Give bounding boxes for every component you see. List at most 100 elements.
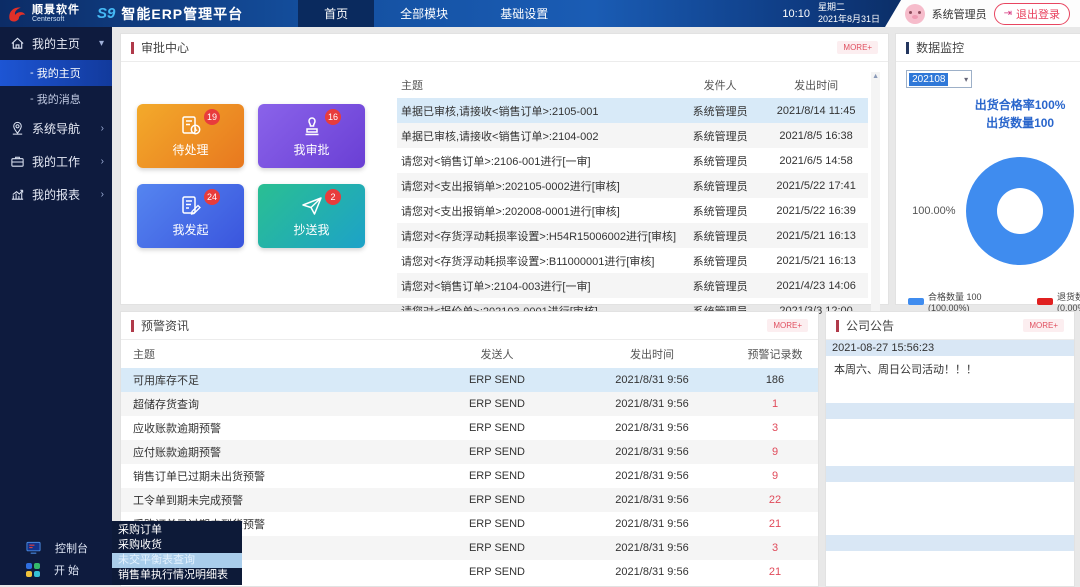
badge-count: 19 <box>204 109 220 125</box>
menu-item[interactable]: 采购收货 <box>112 538 242 553</box>
period-select[interactable]: 202108 ▾ <box>906 70 972 88</box>
brand-en: Centersoft <box>32 16 80 23</box>
console-icon <box>26 541 41 555</box>
table-row[interactable]: 应收账款逾期预警 ERP SEND 2021/8/31 9:56 3 <box>121 416 818 440</box>
user-avatar[interactable] <box>905 4 925 24</box>
announcement-date <box>826 403 1074 419</box>
table-row[interactable]: 超储存货查询 ERP SEND 2021/8/31 9:56 1 <box>121 392 818 416</box>
table-row[interactable]: 请您对<存货浮动耗损率设置>:H54R15006002进行[审核] 系统管理员 … <box>397 223 868 248</box>
table-row[interactable]: 销售订单已过期未出货预警 ERP SEND 2021/8/31 9:56 9 <box>121 464 818 488</box>
table-row[interactable]: 单据已审核,请接收<销售订单>:2105-001 系统管理员 2021/8/14… <box>397 98 868 123</box>
table-row[interactable]: 单据已审核,请接收<销售订单>:2104-002 系统管理员 2021/8/5 … <box>397 123 868 148</box>
announcement-date <box>826 535 1074 551</box>
sidebar-item-my-reports[interactable]: 我的报表 › <box>0 178 112 211</box>
chevron-down-icon: ▾ <box>99 38 104 49</box>
topbar: 顺景软件 Centersoft S9 智能ERP管理平台 首页 全部模块 基础设… <box>0 0 1080 27</box>
table-row[interactable]: 请您对<支出报销单>:202105-0002进行[审核] 系统管理员 2021/… <box>397 173 868 198</box>
start-button[interactable]: 开 始 <box>0 559 112 581</box>
table-row[interactable]: 请您对<销售订单>:2104-003进行[一审] 系统管理员 2021/4/23… <box>397 273 868 298</box>
approval-table: 主题 发件人 发出时间 单据已审核,请接收<销售订单>:2105-001 系统管… <box>397 72 880 323</box>
list-item[interactable] <box>826 466 1074 528</box>
legend-item-returns: 退货数量 0 (0.00%) <box>1037 290 1080 313</box>
alerts-table-header: 主题 发送人 发出时间 预警记录数 <box>121 340 818 368</box>
tile-cc-to-me[interactable]: 2 抄送我 <box>258 184 365 248</box>
legend-item-qualified: 合格数量 100 (100.00%) <box>908 290 1025 313</box>
product-title: 智能ERP管理平台 <box>121 4 243 24</box>
home-icon <box>10 36 25 51</box>
sidebar-item-my-work[interactable]: 我的工作 › <box>0 145 112 178</box>
legend-swatch <box>1037 298 1053 305</box>
approval-table-header: 主题 发件人 发出时间 <box>397 72 868 98</box>
menu-item[interactable]: 销售单执行情况明细表 <box>112 568 242 583</box>
announcement-list: 2021-08-27 15:56:23 本周六、周日公司活动！！！ <box>826 340 1074 586</box>
sidebar-item-system-nav[interactable]: 系统导航 › <box>0 112 112 145</box>
approval-more-button[interactable]: MORE+ <box>837 41 878 54</box>
approval-center-panel: 审批中心 MORE+ 19 待处理 <box>120 33 889 305</box>
logout-icon: ⇥ <box>1004 8 1012 19</box>
scroll-up-icon[interactable]: ▲ <box>872 72 879 82</box>
tile-initiated-by-me[interactable]: 24 我发起 <box>137 184 244 248</box>
chevron-down-icon: ▾ <box>964 75 971 84</box>
pin-icon <box>10 121 25 136</box>
list-item[interactable] <box>826 535 1074 586</box>
brand-cn: 顺景软件 <box>32 5 80 16</box>
sidebar-subitem-my-home[interactable]: - 我的主页 <box>0 60 112 86</box>
monitor-summary: 出货合格率100% 出货数量100 <box>906 96 1080 132</box>
table-row[interactable]: 请您对<销售订单>:2106-001进行[一审] 系统管理员 2021/6/5 … <box>397 148 868 173</box>
table-row[interactable]: 工令单到期未完成预警 ERP SEND 2021/8/31 9:56 22 <box>121 488 818 512</box>
tab-basic-settings[interactable]: 基础设置 <box>474 0 574 27</box>
table-row[interactable]: 应付账款逾期预警 ERP SEND 2021/8/31 9:56 9 <box>121 440 818 464</box>
announcement-date <box>826 466 1074 482</box>
menu-item[interactable]: 采购订单 <box>112 523 242 538</box>
sidebar: 我的主页 ▾ - 我的主页 - 我的消息 系统导航 › 我的工作 › 我的报表 … <box>0 27 112 585</box>
announcements-panel: 公司公告 MORE+ 2021-08-27 15:56:23 本周六、周日公司活… <box>825 311 1075 587</box>
panel-accent <box>131 320 134 332</box>
tab-all-modules[interactable]: 全部模块 <box>374 0 474 27</box>
scrollbar[interactable]: ▲ ▼ <box>871 72 880 323</box>
approval-rows: 单据已审核,请接收<销售订单>:2105-001 系统管理员 2021/8/14… <box>397 98 868 323</box>
chevron-right-icon: › <box>101 123 104 134</box>
list-item[interactable] <box>826 403 1074 459</box>
announcement-date: 2021-08-27 15:56:23 <box>826 340 1074 356</box>
panel-title: 公司公告 <box>846 317 894 334</box>
badge-count: 24 <box>204 189 220 205</box>
tile-my-approvals[interactable]: 16 我审批 <box>258 104 365 168</box>
table-row[interactable]: 请您对<支出报销单>:202008-0001进行[审核] 系统管理员 2021/… <box>397 198 868 223</box>
panel-title: 数据监控 <box>916 39 964 56</box>
alerts-more-button[interactable]: MORE+ <box>767 319 808 332</box>
table-row[interactable]: 请您对<存货浮动耗损率设置>:B11000001进行[审核] 系统管理员 202… <box>397 248 868 273</box>
menu-item[interactable]: 未交平衡表查询 <box>112 553 242 568</box>
donut-left-label: 100.00% <box>912 205 955 217</box>
tab-home[interactable]: 首页 <box>298 0 374 27</box>
table-row[interactable]: 可用库存不足 ERP SEND 2021/8/31 9:56 186 <box>121 368 818 392</box>
doc-pencil-icon <box>179 194 203 218</box>
panel-accent <box>906 42 909 54</box>
tile-pending[interactable]: 19 待处理 <box>137 104 244 168</box>
sidebar-subitem-my-messages[interactable]: - 我的消息 <box>0 86 112 112</box>
sidebar-item-my-home[interactable]: 我的主页 ▾ <box>0 27 112 60</box>
paper-plane-icon <box>300 194 324 218</box>
panel-title: 审批中心 <box>141 39 189 56</box>
data-monitor-panel: 数据监控 202108 ▾ 出货合格率100% 出货数量100 100.00% … <box>895 33 1080 305</box>
legend-swatch <box>908 298 924 305</box>
announcement-content <box>826 419 1074 459</box>
console-button[interactable]: 控制台 <box>0 537 112 559</box>
logout-button[interactable]: ⇥ 退出登录 <box>994 3 1070 25</box>
briefcase-icon <box>10 154 25 169</box>
user-name: 系统管理员 <box>932 6 987 22</box>
announcements-more-button[interactable]: MORE+ <box>1023 319 1064 332</box>
topbar-user-area: 系统管理员 ⇥ 退出登录 <box>885 0 1080 27</box>
doc-clock-icon <box>179 114 203 138</box>
list-item[interactable]: 2021-08-27 15:56:23 本周六、周日公司活动！！！ <box>826 340 1074 396</box>
weekday: 星期二 <box>818 2 880 13</box>
badge-count: 16 <box>325 109 341 125</box>
announcement-content: 本周六、周日公司活动！！！ <box>826 356 1074 396</box>
panel-accent <box>836 320 839 332</box>
main-nav: 首页 全部模块 基础设置 <box>298 0 574 27</box>
donut-chart: 100.00% 0.00% <box>906 136 1080 286</box>
main-content: 审批中心 MORE+ 19 待处理 <box>112 27 1080 585</box>
clock-time: 10:10 <box>782 8 810 20</box>
stamp-icon <box>300 114 324 138</box>
chart-icon <box>10 187 25 202</box>
announcement-content <box>826 482 1074 528</box>
